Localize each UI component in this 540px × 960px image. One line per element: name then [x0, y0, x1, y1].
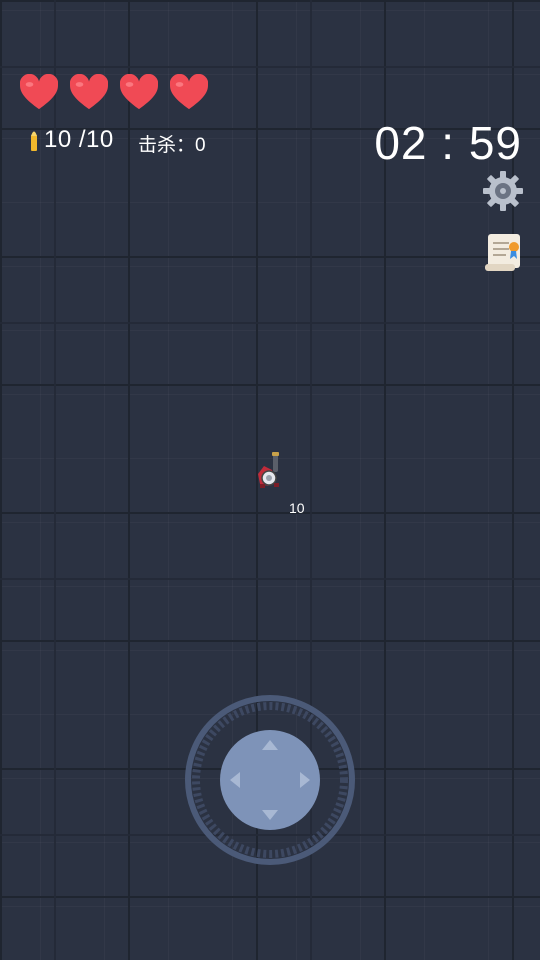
heart-icon	[70, 74, 108, 110]
heart-icon	[170, 74, 208, 110]
countdown-timer: 02 : 59	[374, 117, 522, 169]
player-ammo-label: 10	[289, 500, 305, 516]
ammo-count: 10 /10	[44, 126, 114, 153]
heart-icon	[20, 74, 58, 110]
joystick[interactable]	[184, 694, 356, 866]
heart-icon	[120, 74, 158, 110]
gear-icon[interactable]	[482, 170, 524, 212]
kill-counter: 击杀：0	[138, 135, 206, 156]
ammo-counter: 10 /10	[30, 126, 114, 154]
health-hearts	[20, 74, 208, 112]
bullet-icon	[31, 131, 37, 151]
player-character	[258, 452, 279, 488]
scroll-icon[interactable]	[482, 230, 524, 274]
